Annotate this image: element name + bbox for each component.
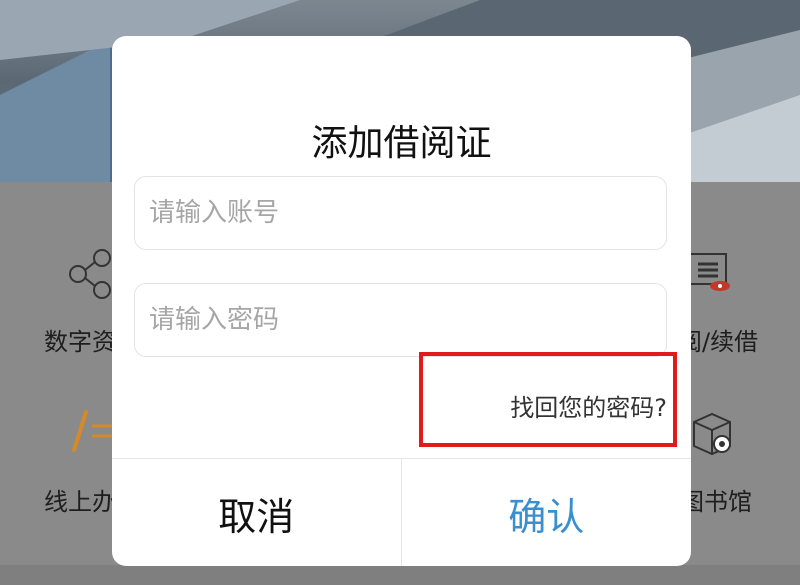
highlight-box bbox=[419, 352, 677, 447]
password-field[interactable] bbox=[134, 283, 667, 357]
account-field[interactable] bbox=[134, 176, 667, 250]
password-input[interactable] bbox=[135, 284, 666, 356]
dialog-title: 添加借阅证 bbox=[311, 123, 492, 164]
grid-label-online: 线上办 bbox=[44, 488, 116, 516]
bottom-bar bbox=[0, 565, 800, 585]
document-eye-icon bbox=[688, 250, 746, 308]
box-refresh-icon bbox=[688, 410, 746, 468]
cancel-button[interactable]: 取消 bbox=[112, 459, 402, 566]
grid-label-digital: 数字资 bbox=[44, 328, 116, 356]
account-input[interactable] bbox=[135, 177, 666, 249]
add-library-card-dialog: 添加借阅证 找回您的密码? 取消 确认 bbox=[112, 36, 691, 566]
dialog-footer: 取消 确认 bbox=[112, 458, 691, 566]
confirm-button[interactable]: 确认 bbox=[402, 459, 692, 566]
